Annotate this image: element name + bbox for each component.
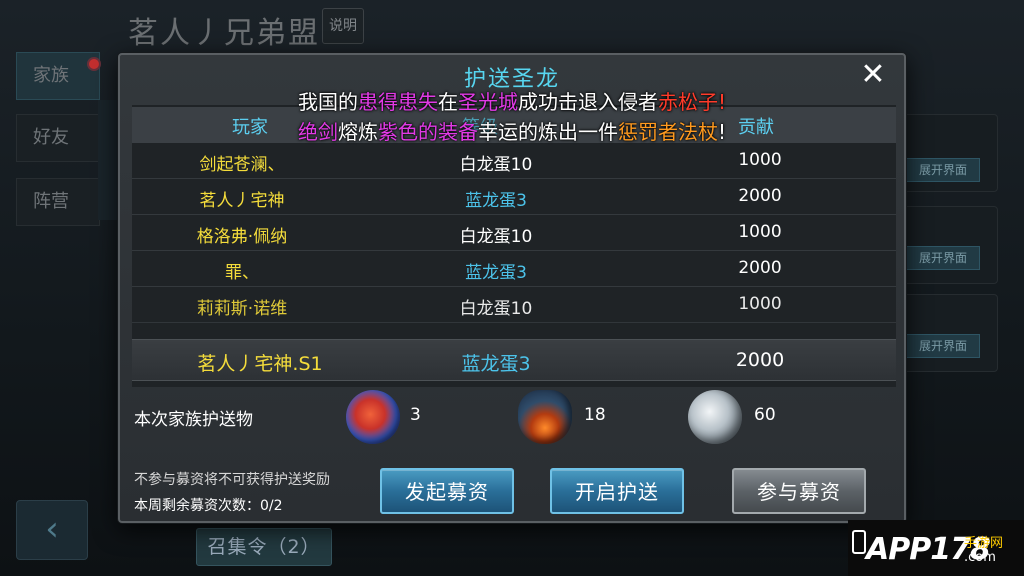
player-name: 莉莉斯·诺维 (196, 299, 288, 319)
guild-title: 茗人丿兄弟盟 (128, 16, 320, 51)
broadcast-enemy: 赤松子 (657, 90, 718, 114)
broadcast-text: 成功击退入侵者 (517, 90, 658, 114)
broadcast-item: 惩罚者法杖 (617, 120, 718, 144)
contribution-value: 1000 (738, 150, 782, 170)
contribution-value: 1000 (738, 222, 782, 242)
silver-dragon-egg-icon (688, 390, 742, 444)
egg-level: 白龙蛋10 (459, 227, 533, 247)
egg-level: 蓝龙蛋3 (465, 263, 527, 283)
lava-dragon-egg-icon (518, 390, 572, 444)
side-tab-faction[interactable]: 阵营 (16, 178, 100, 226)
egg-level: 蓝龙蛋3 (465, 191, 527, 211)
contribution-value: 1000 (738, 294, 782, 314)
expand-button[interactable]: 展开界面 (906, 246, 980, 270)
player-name: 剑起苍澜、 (199, 155, 285, 175)
expand-button[interactable]: 展开界面 (906, 158, 980, 182)
own-contribution-row: 茗人丿宅神.S1 蓝龙蛋3 2000 (132, 339, 896, 381)
remaining-count-note: 本周剩余募资次数：0/2 (134, 498, 283, 514)
table-row: 莉莉斯·诺维 白龙蛋10 1000 (132, 287, 896, 323)
broadcast-line: 我国的患得患失在圣光城成功击退入侵者赤松子! (0, 86, 1024, 115)
side-tab-label: 家族 (33, 65, 69, 86)
player-name: 茗人丿宅神 (199, 191, 285, 211)
broadcast-text: 幸运的炼出一件 (477, 120, 618, 144)
escort-item-count: 3 (410, 405, 421, 425)
background-card (898, 294, 998, 372)
back-button[interactable]: ‹ (16, 500, 88, 560)
broadcast-player: 患得患失 (357, 90, 438, 114)
table-row: 茗人丿宅神 蓝龙蛋3 2000 (132, 179, 896, 215)
broadcast-text: 熔炼 (337, 120, 378, 144)
site-watermark: APP178 手游网 .com (848, 520, 1024, 576)
broadcast-text: ! (717, 90, 727, 114)
escort-item-count: 18 (584, 405, 606, 425)
table-row: 格洛弗·佩纳 白龙蛋10 1000 (132, 215, 896, 251)
egg-level: 蓝龙蛋3 (461, 353, 531, 375)
watermark-subtitle: 手游网 (964, 536, 1004, 551)
phone-icon (852, 530, 866, 554)
contribution-value: 2000 (738, 186, 782, 206)
table-row: 剑起苍澜、 白龙蛋10 1000 (132, 143, 896, 179)
broadcast-text: 在 (437, 90, 458, 114)
contribution-value: 2000 (735, 349, 785, 371)
watermark-domain: .com (964, 550, 996, 565)
chevron-left-icon: ‹ (45, 509, 59, 549)
escort-items-label: 本次家族护送物 (134, 410, 253, 430)
fire-dragon-egg-icon (346, 390, 400, 444)
broadcast-gear: 紫色的装备 (377, 120, 478, 144)
background-card (898, 206, 998, 284)
launch-fundraise-button[interactable]: 发起募资 (380, 468, 514, 514)
escort-item-count: 60 (754, 405, 776, 425)
contribution-value: 2000 (738, 258, 782, 278)
expand-button[interactable]: 展开界面 (906, 334, 980, 358)
egg-level: 白龙蛋10 (459, 299, 533, 319)
notification-dot-icon (87, 57, 101, 71)
player-name: 茗人丿宅神.S1 (197, 353, 323, 375)
start-escort-button[interactable]: 开启护送 (550, 468, 684, 514)
egg-level: 白龙蛋10 (459, 155, 533, 175)
reward-note: 不参与募资将不可获得护送奖励 (134, 472, 330, 488)
broadcast-place: 圣光城 (457, 90, 518, 114)
join-fundraise-button[interactable]: 参与募资 (732, 468, 866, 514)
rally-button[interactable]: 召集令（2） (196, 528, 332, 566)
explain-button[interactable]: 说明 (322, 8, 364, 44)
broadcast-player: 绝剑 (297, 120, 338, 144)
broadcast-text: ! (717, 120, 727, 144)
player-name: 格洛弗·佩纳 (196, 227, 288, 247)
table-row: 罪、 蓝龙蛋3 2000 (132, 251, 896, 287)
broadcast-text: 我国的 (297, 90, 358, 114)
side-tab-label: 阵营 (33, 191, 69, 212)
player-name: 罪、 (225, 263, 259, 283)
broadcast-line: 绝剑熔炼紫色的装备幸运的炼出一件惩罚者法杖! (0, 116, 1024, 145)
